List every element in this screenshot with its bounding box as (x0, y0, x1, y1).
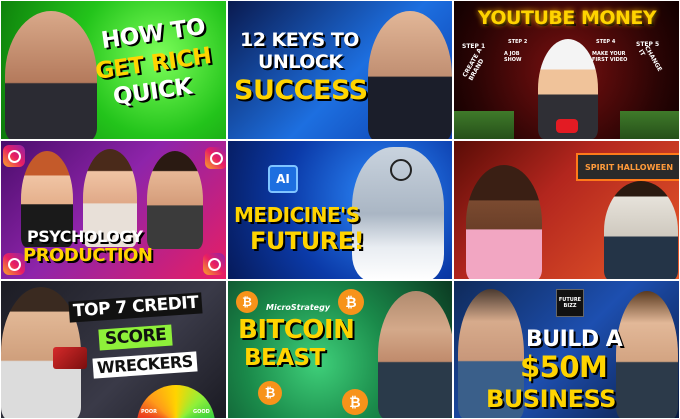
thumbnail-youtube-money[interactable]: YOUTUBE MONEY STEP 1 STEP 2 STEP 4 STEP … (453, 0, 680, 140)
headline-line-1: 12 KEYS TO (240, 29, 359, 51)
money-pile-right (620, 111, 679, 139)
store-sign: SPIRIT HALLOWEEN (576, 153, 679, 181)
thumbnail-spirit-halloween[interactable]: SPIRIT HALLOWEEN (453, 140, 680, 280)
thumbnail-business[interactable]: FUTURE BIZZ BUILD A $50M BUSINESS (453, 280, 680, 419)
headline-line-1: PSYCHOLOGY (27, 227, 143, 246)
headline-line-1: BITCOIN (238, 315, 355, 345)
headline-line-2: FUTURE! (250, 227, 365, 255)
ai-badge-label: AI (276, 172, 290, 186)
credit-card (53, 347, 87, 369)
instagram-icon (205, 147, 226, 169)
headline-line-2: BEAST (244, 345, 325, 371)
bitcoin-icon: ₿ (342, 389, 368, 415)
bitcoin-icon: ₿ (338, 289, 364, 315)
instagram-icon (203, 253, 225, 275)
youtube-icon (556, 119, 578, 133)
brand-label: MicroStrategy (266, 303, 331, 312)
bitcoin-icon: ₿ (258, 381, 282, 405)
thumbnail-bitcoin[interactable]: MicroStrategy ₿ ₿ ₿ ₿ BITCOIN BEAST (227, 280, 453, 419)
step-5-text: CHANGE IT (636, 44, 664, 73)
step-2-text: A JOB SHOW (504, 51, 522, 63)
step-4-label: STEP 4 (596, 39, 616, 45)
man-photo (378, 291, 452, 418)
headline: YOUTUBE MONEY (477, 7, 657, 29)
instagram-icon (3, 145, 25, 167)
store-sign-text: SPIRIT HALLOWEEN (584, 162, 674, 172)
headline-line-3: SUCCESS (234, 75, 368, 106)
future-bizz-logo: FUTURE BIZZ (556, 289, 584, 317)
money-pile-left (454, 111, 514, 139)
headline-line-1-text: TOP 7 CREDIT (72, 292, 199, 322)
headline-line-3: BUSINESS (486, 385, 616, 413)
thumbnail-how-to-get-rich[interactable]: HOW TO GET RICH QUICK (0, 0, 227, 140)
headline-line-1: BUILD A (526, 327, 623, 352)
man-photo (368, 11, 452, 139)
headline-line-2: $50M (520, 350, 608, 384)
headline-line-1: TOP 7 CREDIT (68, 292, 203, 323)
gauge-poor-label: POOR (141, 409, 158, 415)
bitcoin-icon: ₿ (236, 291, 258, 313)
masked-figure (604, 181, 678, 279)
step-2-label: STEP 2 (508, 39, 528, 45)
girl-photo (466, 165, 542, 279)
step-4-text: MAKE YOUR FIRST VIDEO (592, 51, 628, 63)
logo-line-2: BIZZ (563, 303, 577, 309)
instagram-icon (3, 253, 25, 275)
man-photo-right (616, 291, 678, 418)
headline-line-2: UNLOCK (258, 51, 343, 73)
thumbnail-credit-score[interactable]: TOP 7 CREDIT SCORE WRECKERS POOR GOOD (0, 280, 227, 419)
man-photo (5, 11, 97, 139)
man-photo (147, 151, 203, 249)
thumbnail-grid: HOW TO GET RICH QUICK 12 KEYS TO UNLOCK … (0, 0, 680, 419)
headline-line-3: WRECKERS (92, 351, 198, 379)
ai-badge: AI (268, 165, 298, 193)
headline-line-1: MEDICINE'S (234, 203, 360, 227)
headline-line-2-text: SCORE (104, 324, 167, 350)
headline-line-3-text: WRECKERS (96, 351, 194, 378)
thumbnail-12-keys[interactable]: 12 KEYS TO UNLOCK SUCCESS (227, 0, 453, 140)
gauge-good-label: GOOD (193, 409, 210, 415)
headline-line-2: SCORE (98, 324, 174, 351)
thumbnail-psychology[interactable]: PSYCHOLOGY PRODUCTION (0, 140, 227, 280)
thumbnail-ai-medicine[interactable]: AI MEDICINE'S FUTURE! (227, 140, 453, 280)
openai-icon (390, 159, 412, 181)
headline-line-2: PRODUCTION (23, 245, 153, 266)
